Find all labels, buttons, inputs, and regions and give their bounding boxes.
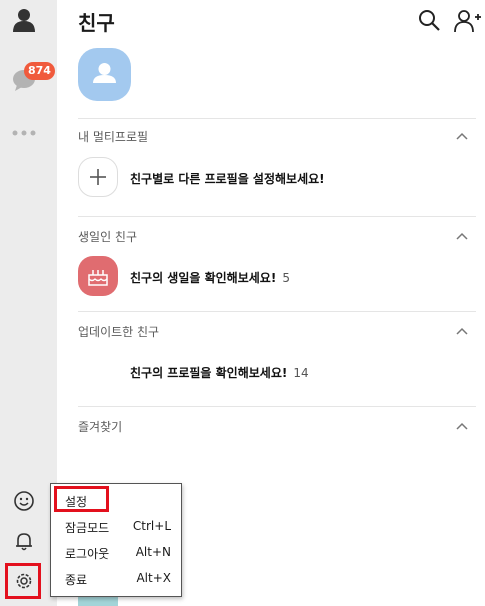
menu-item-logout[interactable]: 로그아웃 Alt+N: [51, 540, 181, 564]
page-title: 친구: [78, 11, 115, 35]
menu-item-exit[interactable]: 종료 Alt+X: [51, 566, 181, 590]
updated-row-text: 친구의 프로필을 확인해보세요!: [130, 366, 288, 380]
section-label-multiprofile: 내 멀티프로필: [78, 130, 149, 144]
updated-count: 14: [293, 366, 309, 380]
multiprofile-row-text[interactable]: 친구별로 다른 프로필을 설정해보세요!: [130, 170, 325, 187]
divider: [78, 216, 476, 217]
more-dots-icon[interactable]: [10, 119, 38, 147]
birthday-row-icon[interactable]: [78, 256, 118, 296]
chevron-up-icon[interactable]: [455, 421, 469, 431]
menu-item-lock-mode[interactable]: 잠금모드 Ctrl+L: [51, 514, 181, 538]
section-label-birthday: 생일인 친구: [78, 230, 138, 244]
menu-item-label: 잠금모드: [65, 521, 110, 535]
divider: [78, 311, 476, 312]
search-icon[interactable]: [417, 8, 443, 34]
menu-settings-highlight: [54, 486, 109, 512]
updated-row[interactable]: 친구의 프로필을 확인해보세요! 14: [130, 364, 309, 381]
sidebar: 874: [0, 0, 57, 606]
menu-item-label: 로그아웃: [65, 547, 110, 561]
birthday-count: 5: [282, 271, 290, 285]
menu-item-shortcut: Alt+X: [136, 571, 171, 585]
plus-icon: [90, 169, 106, 185]
birthday-row[interactable]: 친구의 생일을 확인해보세요! 5: [130, 269, 290, 286]
smiley-icon[interactable]: [10, 487, 38, 515]
add-multiprofile-button[interactable]: [78, 157, 118, 197]
default-avatar-icon: [93, 63, 116, 83]
chevron-up-icon[interactable]: [455, 326, 469, 336]
cake-icon: [88, 270, 108, 286]
divider: [78, 406, 476, 407]
settings-context-menu: 설정 잠금모드 Ctrl+L 로그아웃 Alt+N 종료 Alt+X: [50, 483, 182, 597]
chevron-up-icon[interactable]: [455, 231, 469, 241]
divider: [78, 118, 476, 119]
unread-badge: 874: [24, 62, 55, 80]
add-friend-icon[interactable]: [454, 8, 482, 34]
birthday-row-text: 친구의 생일을 확인해보세요!: [130, 271, 277, 285]
bell-icon[interactable]: [10, 527, 38, 555]
menu-item-shortcut: Ctrl+L: [132, 519, 171, 533]
person-icon[interactable]: [10, 6, 38, 34]
section-label-favorites: 즐겨찾기: [78, 420, 123, 434]
section-label-updated: 업데이트한 친구: [78, 325, 160, 339]
my-profile-avatar[interactable]: [78, 48, 131, 101]
chevron-up-icon[interactable]: [455, 131, 469, 141]
settings-highlight: [5, 563, 41, 599]
menu-item-shortcut: Alt+N: [135, 545, 171, 559]
menu-item-label: 종료: [65, 573, 88, 587]
